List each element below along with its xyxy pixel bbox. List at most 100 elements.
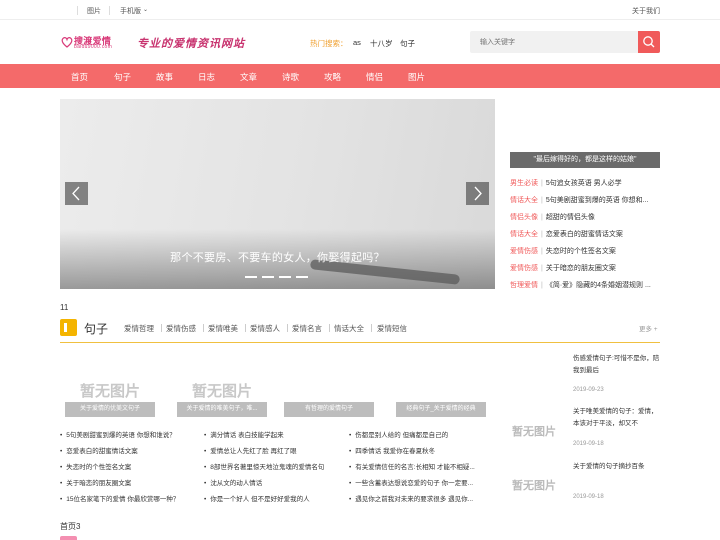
banner-carousel[interactable]: 那个不要房、不要车的女人，你娶得起吗？: [60, 99, 495, 289]
carousel-next-button[interactable]: [466, 182, 489, 205]
section-tag[interactable]: 爱情短信: [377, 323, 407, 334]
list-item-title: 5句美剧甜蜜到爆的英语 你想和...: [545, 197, 649, 204]
image-placeholder: 暂无图片: [512, 426, 556, 438]
carousel-dot[interactable]: [296, 276, 308, 278]
section-tag[interactable]: 爱情唯美: [208, 323, 238, 334]
list-item-category: 爱情伤感: [510, 248, 538, 255]
thumbnail-card[interactable]: 经典句子_关于爱情的经典: [391, 380, 491, 417]
search-box: [470, 31, 660, 53]
thumbnail-card[interactable]: 暂无图片 关于爱情的唯美句子，唯...: [172, 380, 272, 417]
section-divider: [60, 342, 660, 343]
article-link[interactable]: • 四季情话 我爱你在春夏秋冬: [349, 445, 494, 455]
article-link[interactable]: • 沈从文的动人情话: [204, 477, 342, 487]
topbar-link-mobile[interactable]: 手机版: [120, 6, 141, 16]
list-item-title: 关于暗恋的朋友圈文案: [545, 265, 616, 272]
hot-search-term[interactable]: 句子: [400, 38, 415, 49]
chevron-right-icon: [474, 186, 482, 201]
list-item[interactable]: 哲理爱情 | 《简·爱》隐藏的4条婚姻潜规则 ...: [510, 280, 660, 290]
thumbnail-card[interactable]: 暂无图片 关于爱情的优美文句子: [60, 380, 160, 417]
sidebar-article-title[interactable]: 伤感爱情句子:可惜不是你，陪我到最后: [573, 353, 661, 377]
section-label: 11: [60, 303, 69, 312]
divider: [287, 324, 288, 332]
divider: [77, 6, 78, 15]
hot-search-term[interactable]: as: [353, 38, 361, 47]
article-link[interactable]: • 关于暗恋的朋友圈文案: [60, 477, 198, 487]
divider: [109, 6, 110, 15]
nav-item-sentences[interactable]: 句子: [114, 71, 131, 83]
article-link[interactable]: • 5句美剧甜蜜到爆的英语 你想和谁说？: [60, 429, 198, 439]
nav-item-poems[interactable]: 诗歌: [282, 71, 299, 83]
topbar-link-about[interactable]: 关于我们: [632, 6, 660, 16]
nav-item-guides[interactable]: 攻略: [324, 71, 341, 83]
sidebar-article-date: 2019-09-18: [573, 441, 604, 447]
article-link[interactable]: • 一些含蓄表达想说恋爱的句子 你一定要...: [349, 477, 494, 487]
carousel-prev-button[interactable]: [65, 182, 88, 205]
search-icon: [643, 36, 655, 48]
nav-item-diary[interactable]: 日志: [198, 71, 215, 83]
divider: [371, 324, 372, 332]
list-item-category: 情侣头像: [510, 214, 538, 221]
sidebar-article-title[interactable]: 关于唯美爱情的句子：爱情，本该对于平淡，却又不: [573, 406, 661, 430]
section-icon: [60, 319, 77, 336]
divider: [329, 324, 330, 332]
article-link[interactable]: • 遇见你之前我对未来的要求很多 遇见你...: [349, 493, 494, 503]
article-link[interactable]: • 你是一个好人 但不是好好爱我的人: [204, 493, 342, 503]
section-title[interactable]: 句子: [84, 320, 108, 337]
section-tag[interactable]: 爱情名言: [292, 323, 322, 334]
list-item[interactable]: 爱情伤感 | 关于暗恋的朋友圈文案: [510, 263, 660, 273]
section-icon: [60, 536, 77, 540]
divider: [203, 324, 204, 332]
section-tag[interactable]: 爱情感人: [250, 323, 280, 334]
search-input[interactable]: [470, 31, 638, 53]
list-item[interactable]: 爱情伤感 | 失恋时的个性签名文案: [510, 246, 660, 256]
list-item[interactable]: 情话大全 | 5句美剧甜蜜到爆的英语 你想和...: [510, 195, 660, 205]
banner-caption[interactable]: 那个不要房、不要车的女人，你娶得起吗？: [60, 249, 495, 265]
article-link[interactable]: • 15位名家笔下的爱情 你最欣赏哪一种？: [60, 493, 198, 503]
list-item-category: 爱情伤感: [510, 265, 538, 272]
list-item[interactable]: 情话大全 | 恋爱表白的甜蜜情话文案: [510, 229, 660, 239]
list-item[interactable]: 男生必读 | 5句追女孩英语 男人必学: [510, 178, 660, 188]
image-placeholder: 暂无图片: [512, 480, 556, 492]
list-item[interactable]: 情侣头像 | 超甜的情侣头像: [510, 212, 660, 222]
carousel-dot[interactable]: [262, 276, 274, 278]
section-label: 首页3: [60, 522, 81, 531]
list-item-title: 5句追女孩英语 男人必学: [545, 180, 622, 187]
section-tag[interactable]: 爱情哲理: [124, 323, 154, 334]
article-link[interactable]: • 恋爱表白的甜蜜情话文案: [60, 445, 198, 455]
article-link[interactable]: • 满分情话 表白技能学起来: [204, 429, 342, 439]
carousel-indicators: [245, 276, 315, 279]
topbar-link-images[interactable]: 图片: [87, 6, 101, 16]
sidebar-article-title[interactable]: 关于爱情的句子摘抄百条: [573, 461, 661, 473]
nav-item-articles[interactable]: 文章: [240, 71, 257, 83]
featured-headline[interactable]: "最后嫁得好的，都是这样的姑娘": [510, 152, 660, 168]
search-button[interactable]: [638, 31, 660, 53]
site-slogan: 专业的爱情资讯网站: [137, 37, 245, 50]
site-logo[interactable]: 搜渡爱情 baidu9000.com: [60, 34, 134, 51]
article-link[interactable]: • 有关爱情信任的名言:长相知 才能不相疑...: [349, 461, 494, 471]
logo-domain: baidu9000.com: [74, 44, 113, 50]
list-item-title: 超甜的情侣头像: [545, 214, 595, 221]
article-link[interactable]: • 伤都是别人给的 但痛都是自己的: [349, 429, 494, 439]
nav-item-home[interactable]: 首页: [71, 71, 88, 83]
thumbnail-caption: 关于爱情的唯美句子，唯...: [177, 402, 267, 417]
article-link[interactable]: • 8部世界名著里惊天地泣鬼魂的爱情名句: [204, 461, 342, 471]
document-icon: [64, 323, 67, 332]
image-placeholder: 暂无图片: [79, 383, 140, 400]
article-link[interactable]: • 失恋时的个性签名文案: [60, 461, 198, 471]
more-link[interactable]: 更多 +: [639, 323, 658, 333]
section-tag[interactable]: 情话大全: [334, 323, 364, 334]
hot-search-term[interactable]: 十八岁: [370, 38, 393, 49]
section-tag[interactable]: 爱情伤感: [166, 323, 196, 334]
article-link[interactable]: • 爱情总让人先红了脸 再红了眼: [204, 445, 342, 455]
thumbnail-card[interactable]: 有哲理的爱情句子: [279, 380, 379, 417]
carousel-dot[interactable]: [279, 276, 291, 278]
list-item-title: 失恋时的个性签名文案: [545, 248, 616, 255]
thumbnail-caption: 关于爱情的优美文句子: [65, 402, 155, 417]
carousel-dot[interactable]: [245, 276, 257, 278]
list-item-category: 哲理爱情: [510, 282, 538, 289]
nav-item-images[interactable]: 图片: [408, 71, 425, 83]
image-placeholder: [391, 380, 491, 402]
nav-item-couples[interactable]: 情侣: [366, 71, 383, 83]
list-item-category: 情话大全: [510, 197, 538, 204]
nav-item-stories[interactable]: 故事: [156, 71, 173, 83]
